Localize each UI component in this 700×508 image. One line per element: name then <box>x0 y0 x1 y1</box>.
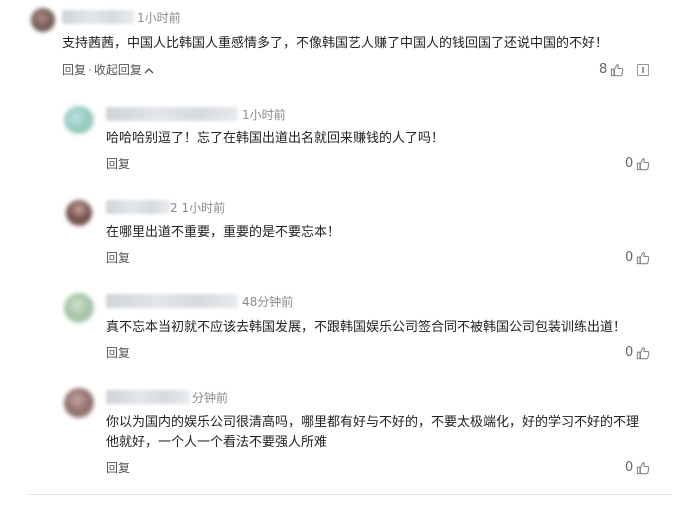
reply-time: 48分钟前 <box>242 295 294 309</box>
reply-link[interactable]: 回复 <box>106 345 130 361</box>
avatar[interactable] <box>66 200 92 226</box>
thumbs-up-icon[interactable] <box>610 63 624 77</box>
reply-link[interactable]: 回复 <box>62 63 86 77</box>
like-count: 0 <box>625 250 634 265</box>
like-button[interactable]: 0 <box>625 460 650 476</box>
reply-text: 哈哈哈别逗了！忘了在韩国出道出名就回来赚钱的人了吗！ <box>106 131 445 146</box>
thumbs-up-icon[interactable] <box>636 251 650 265</box>
like-button[interactable]: 0 <box>625 345 650 361</box>
divider <box>28 494 672 495</box>
thumbs-up-icon[interactable] <box>636 461 650 475</box>
reply-link[interactable]: 回复 <box>106 250 130 266</box>
reply-link[interactable]: 回复 <box>106 156 130 172</box>
reply-item: 1小时前 哈哈哈别逗了！忘了在韩国出道出名就回来赚钱的人了吗！ 回复 0 <box>0 96 700 186</box>
avatar[interactable] <box>64 106 94 134</box>
like-count: 0 <box>625 156 634 171</box>
comment-time: 1小时前 <box>137 11 181 25</box>
reply-item: 48分钟前 真不忘本当初就不应该去韩国发展，不跟韩国娱乐公司签合同不被韩国公司包… <box>0 285 700 375</box>
username-blurred[interactable] <box>106 390 190 404</box>
reply-time: 1小时前 <box>242 108 286 122</box>
chevron-up-icon[interactable] <box>144 63 154 79</box>
reply-item: 2 1小时前 在哪里出道不重要，重要的是不要忘本！ 回复 0 <box>0 190 700 280</box>
username-blurred[interactable] <box>106 294 238 308</box>
thumbs-up-icon[interactable] <box>636 157 650 171</box>
reply-text-line-1: 你以为国内的娱乐公司很清高吗，哪里都有好与不好的，不要太极端化，好的学习不好的不… <box>106 415 640 430</box>
username-blurred[interactable] <box>62 10 134 24</box>
like-button[interactable]: 8 <box>599 62 624 78</box>
main-comment: 1小时前 支持茜茜，中国人比韩国人重感情多了，不像韩国艺人赚了中国人的钱回国了还… <box>0 0 700 90</box>
like-count: 0 <box>625 345 634 360</box>
avatar[interactable] <box>64 293 94 323</box>
reply-item: 分钟前 你以为国内的娱乐公司很清高吗，哪里都有好与不好的，不要太极端化，好的学习… <box>0 380 700 484</box>
username-blurred[interactable] <box>106 200 170 214</box>
comment-text: 支持茜茜，中国人比韩国人重感情多了，不像韩国艺人赚了中国人的钱回国了还说中国的不… <box>62 36 609 51</box>
comment-actions: 回复 · 收起回复 <box>62 62 154 79</box>
reply-text-line-2: 他就好，一个人一个看法不要强人所难 <box>106 435 328 450</box>
username-blurred[interactable] <box>106 107 238 121</box>
avatar[interactable] <box>31 8 55 32</box>
reply-link[interactable]: 回复 <box>106 460 130 476</box>
reply-text: 真不忘本当初就不应该去韩国发展，不跟韩国娱乐公司签合同不被韩国公司包装训练出道！ <box>106 320 627 335</box>
reply-text: 在哪里出道不重要，重要的是不要忘本！ <box>106 225 341 240</box>
separator: · <box>88 63 92 77</box>
reply-time: 分钟前 <box>192 391 229 405</box>
like-button[interactable]: 0 <box>625 156 650 172</box>
like-count: 0 <box>625 460 634 475</box>
like-count: 8 <box>599 62 608 77</box>
avatar[interactable] <box>64 388 94 418</box>
report-icon[interactable] <box>637 64 649 76</box>
thumbs-up-icon[interactable] <box>636 346 650 360</box>
like-button[interactable]: 0 <box>625 250 650 266</box>
collapse-replies-link[interactable]: 收起回复 <box>94 63 142 77</box>
reply-time: 2 1小时前 <box>170 201 226 215</box>
